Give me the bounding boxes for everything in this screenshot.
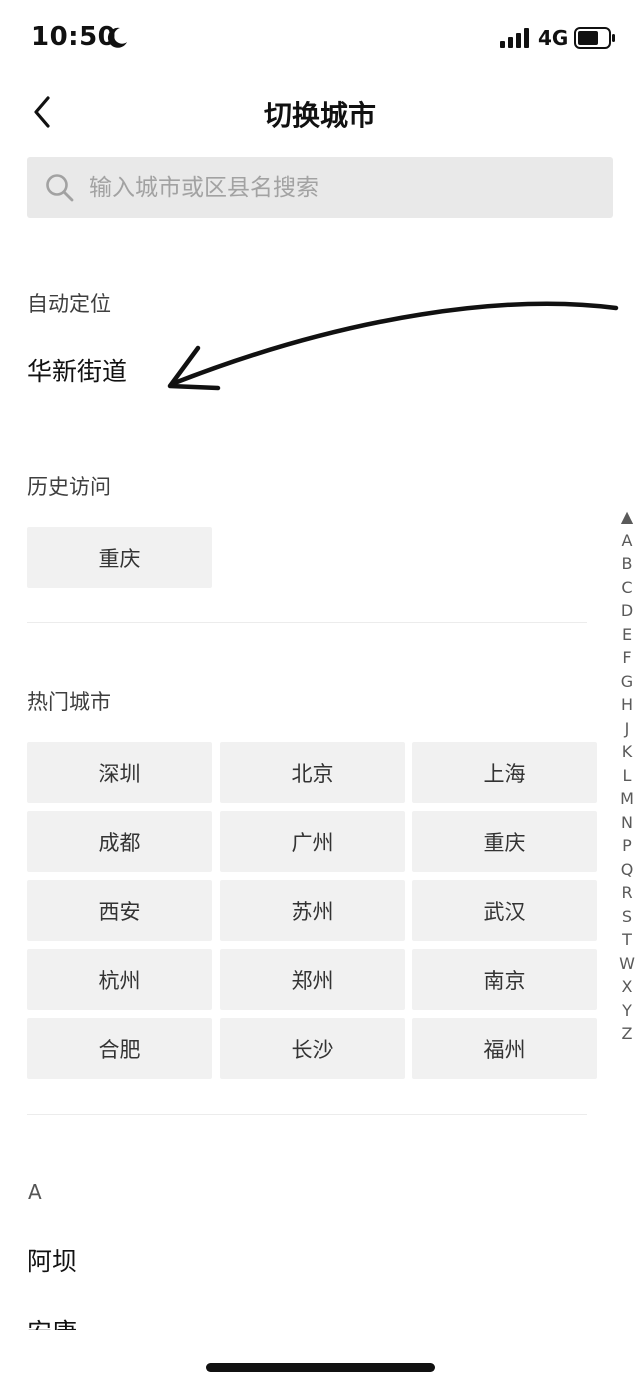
index-letter-y[interactable]: Y: [614, 999, 640, 1023]
hot-city-chip[interactable]: 西安: [27, 880, 212, 941]
hot-city-chip[interactable]: 长沙: [220, 1018, 405, 1079]
status-bar: 10:50 4G: [0, 0, 640, 78]
index-letter-x[interactable]: X: [614, 975, 640, 999]
hot-city-chip[interactable]: 苏州: [220, 880, 405, 941]
index-letter-a[interactable]: A: [614, 529, 640, 553]
hot-city-chip[interactable]: 上海: [412, 742, 597, 803]
index-letter-p[interactable]: P: [614, 834, 640, 858]
index-letter-k[interactable]: K: [614, 740, 640, 764]
index-letter-r[interactable]: R: [614, 881, 640, 905]
index-letter-g[interactable]: G: [614, 670, 640, 694]
index-letter-s[interactable]: S: [614, 905, 640, 929]
city-list-item[interactable]: 安康: [27, 1316, 77, 1330]
index-letter-m[interactable]: M: [614, 787, 640, 811]
index-top-arrow[interactable]: ▲: [614, 505, 640, 529]
city-list-item[interactable]: 阿坝: [27, 1242, 77, 1278]
index-letter-w[interactable]: W: [614, 952, 640, 976]
index-letter-f[interactable]: F: [614, 646, 640, 670]
page-title: 切换城市: [263, 99, 376, 132]
hot-city-chip[interactable]: 深圳: [27, 742, 212, 803]
index-letter-e[interactable]: E: [614, 623, 640, 647]
index-letter-t[interactable]: T: [614, 928, 640, 952]
search-box[interactable]: [27, 157, 613, 218]
index-letter-j[interactable]: J: [614, 717, 640, 741]
status-time: 10:50: [31, 22, 117, 52]
index-letter-q[interactable]: Q: [614, 858, 640, 882]
divider: [27, 622, 587, 623]
nav-bar: 切换城市: [0, 80, 640, 144]
hot-city-chip[interactable]: 福州: [412, 1018, 597, 1079]
battery-icon: [574, 27, 616, 53]
current-location[interactable]: 华新街道: [27, 352, 127, 388]
index-letter-b[interactable]: B: [614, 552, 640, 576]
section-title-history: 历史访问: [27, 475, 111, 499]
search-icon: [46, 173, 74, 201]
alphabet-index-bar[interactable]: ▲ A B C D E F G H J K L M N P Q R S T W …: [614, 505, 640, 1046]
divider: [27, 1114, 587, 1115]
moon-icon: [106, 27, 128, 49]
network-type: 4G: [538, 26, 569, 50]
hot-city-chip[interactable]: 重庆: [412, 811, 597, 872]
section-title-hot-cities: 热门城市: [27, 690, 111, 714]
index-letter-n[interactable]: N: [614, 811, 640, 835]
hot-city-chip[interactable]: 成都: [27, 811, 212, 872]
search-input[interactable]: [87, 173, 571, 202]
index-letter-d[interactable]: D: [614, 599, 640, 623]
city-list-letter-header: A: [28, 1180, 42, 1204]
history-city-chip[interactable]: 重庆: [27, 527, 212, 588]
home-indicator: [206, 1363, 435, 1372]
hot-city-chip[interactable]: 武汉: [412, 880, 597, 941]
hot-city-chip[interactable]: 广州: [220, 811, 405, 872]
hot-city-chip[interactable]: 杭州: [27, 949, 212, 1010]
index-letter-z[interactable]: Z: [614, 1022, 640, 1046]
signal-icon: [500, 28, 532, 52]
arrow-annotation: [167, 301, 619, 391]
index-letter-h[interactable]: H: [614, 693, 640, 717]
index-letter-l[interactable]: L: [614, 764, 640, 788]
section-title-auto-location: 自动定位: [27, 292, 111, 316]
hot-city-chip[interactable]: 北京: [220, 742, 405, 803]
hot-city-chip[interactable]: 南京: [412, 949, 597, 1010]
hot-city-chip[interactable]: 郑州: [220, 949, 405, 1010]
hot-city-chip[interactable]: 合肥: [27, 1018, 212, 1079]
index-letter-c[interactable]: C: [614, 576, 640, 600]
